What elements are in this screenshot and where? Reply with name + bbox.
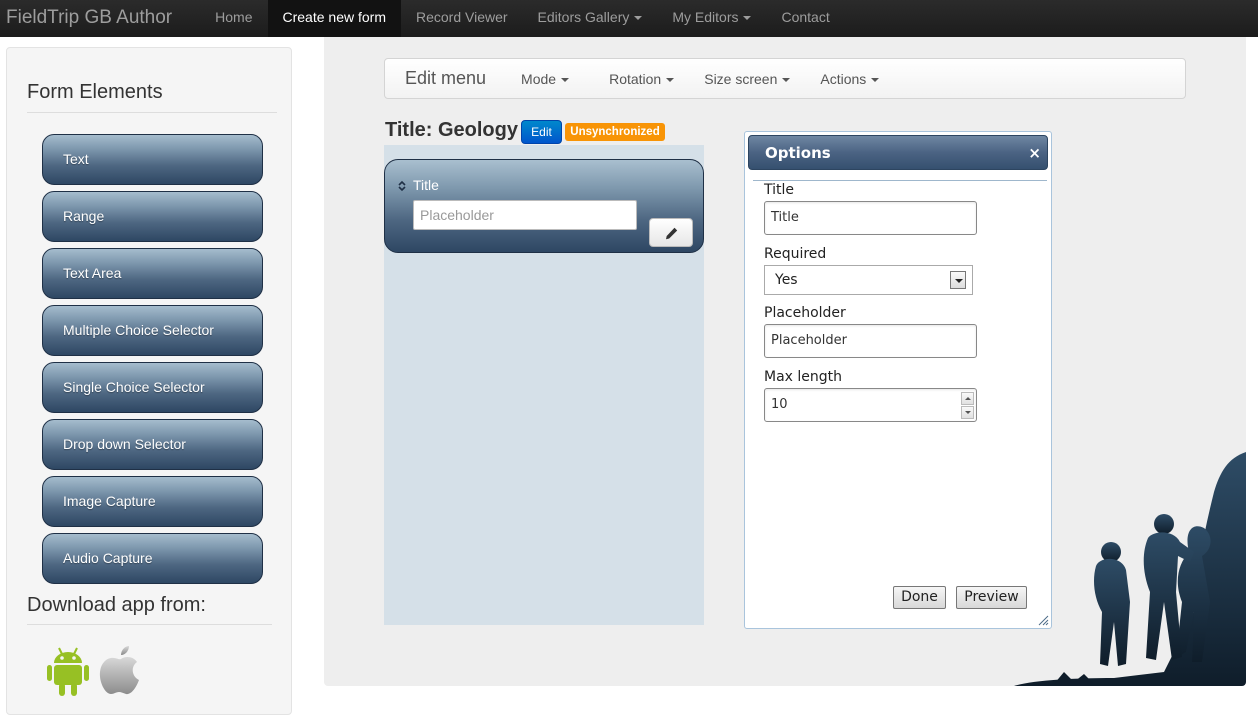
nav-create-new-form[interactable]: Create new form xyxy=(267,0,401,37)
required-value: Yes xyxy=(775,272,798,288)
required-label: Required xyxy=(764,246,827,262)
menu-mode-label: Mode xyxy=(521,70,557,87)
max-length-label: Max length xyxy=(764,369,843,385)
decrement-icon[interactable] xyxy=(961,406,974,419)
menu-actions[interactable]: Actions xyxy=(805,71,894,87)
form-elements-title: Form Elements xyxy=(27,81,163,103)
nav-home-label: Home xyxy=(215,9,253,25)
menu-mode[interactable]: Mode xyxy=(506,71,584,87)
edit-menu-bar: Edit menu Mode Rotation Size screen Acti… xyxy=(384,58,1186,99)
menu-rotation[interactable]: Rotation xyxy=(594,71,689,87)
apple-icon[interactable] xyxy=(99,644,143,696)
caret-down-icon xyxy=(782,77,791,82)
nav-editors-gallery-label: Editors Gallery xyxy=(537,9,630,25)
chevron-down-icon[interactable] xyxy=(950,271,966,289)
nav-create-new-form-label: Create new form xyxy=(282,9,386,25)
max-length-value: 10 xyxy=(771,397,788,412)
nav-record-viewer-label: Record Viewer xyxy=(415,9,508,25)
increment-icon[interactable] xyxy=(961,392,974,405)
divider xyxy=(27,624,272,625)
form-elements-panel: Form Elements Text Range Text Area Multi… xyxy=(6,47,292,715)
form-preview-canvas[interactable]: Title Placeholder xyxy=(384,145,704,625)
options-dialog: Options × Title Title Required Yes Place… xyxy=(744,131,1052,629)
sort-handle-icon[interactable] xyxy=(397,180,407,192)
options-header[interactable]: Options × xyxy=(748,135,1048,170)
menu-size-screen-label: Size screen xyxy=(704,70,778,87)
element-image-capture-button[interactable]: Image Capture xyxy=(42,476,263,527)
edit-field-button[interactable] xyxy=(649,218,693,247)
menu-size-screen[interactable]: Size screen xyxy=(689,71,805,87)
android-icon[interactable] xyxy=(47,646,89,696)
nav-record-viewer[interactable]: Record Viewer xyxy=(401,0,523,37)
main-area: Edit menu Mode Rotation Size screen Acti… xyxy=(324,37,1246,686)
caret-down-icon xyxy=(561,77,570,82)
edit-menu-title: Edit menu xyxy=(405,68,487,88)
form-title: Title: Geology xyxy=(385,119,518,141)
close-icon[interactable]: × xyxy=(1028,144,1041,162)
done-button[interactable]: Done xyxy=(893,586,946,609)
divider xyxy=(753,180,1047,181)
status-badge: Unsynchronized xyxy=(565,123,665,141)
placeholder-input[interactable]: Placeholder xyxy=(764,324,977,358)
menu-actions-label: Actions xyxy=(820,70,867,87)
element-range-button[interactable]: Range xyxy=(42,191,263,242)
nav-editors-gallery[interactable]: Editors Gallery xyxy=(523,0,658,37)
title-input[interactable]: Title xyxy=(764,201,977,235)
hikers-silhouette-image xyxy=(1014,452,1246,686)
edit-title-button[interactable]: Edit xyxy=(521,120,562,144)
options-title: Options xyxy=(765,144,831,162)
nav-contact-label: Contact xyxy=(781,9,830,25)
field-label: Title xyxy=(413,177,439,193)
field-input[interactable]: Placeholder xyxy=(413,200,637,230)
divider xyxy=(27,112,277,113)
element-audio-capture-button[interactable]: Audio Capture xyxy=(42,533,263,584)
placeholder-label: Placeholder xyxy=(764,305,846,321)
top-navbar: FieldTrip GB Author Home Create new form… xyxy=(0,0,1258,37)
caret-down-icon xyxy=(634,16,643,21)
pencil-icon xyxy=(666,227,678,240)
nav-contact[interactable]: Contact xyxy=(766,0,844,37)
nav-my-editors-label: My Editors xyxy=(672,9,739,25)
caret-down-icon xyxy=(743,16,752,21)
element-multiple-choice-button[interactable]: Multiple Choice Selector xyxy=(42,305,263,356)
title-label: Title xyxy=(764,182,795,198)
caret-down-icon xyxy=(666,77,675,82)
max-length-stepper[interactable]: 10 xyxy=(764,388,977,422)
download-title: Download app from: xyxy=(27,594,206,616)
caret-down-icon xyxy=(871,77,880,82)
element-dropdown-button[interactable]: Drop down Selector xyxy=(42,419,263,470)
element-text-area-button[interactable]: Text Area xyxy=(42,248,263,299)
element-single-choice-button[interactable]: Single Choice Selector xyxy=(42,362,263,413)
nav-my-editors[interactable]: My Editors xyxy=(657,0,766,37)
element-text-button[interactable]: Text xyxy=(42,134,263,185)
menu-rotation-label: Rotation xyxy=(609,70,662,87)
nav-home[interactable]: Home xyxy=(200,0,267,37)
brand-logo[interactable]: FieldTrip GB Author xyxy=(0,0,178,37)
required-select[interactable]: Yes xyxy=(764,265,973,295)
